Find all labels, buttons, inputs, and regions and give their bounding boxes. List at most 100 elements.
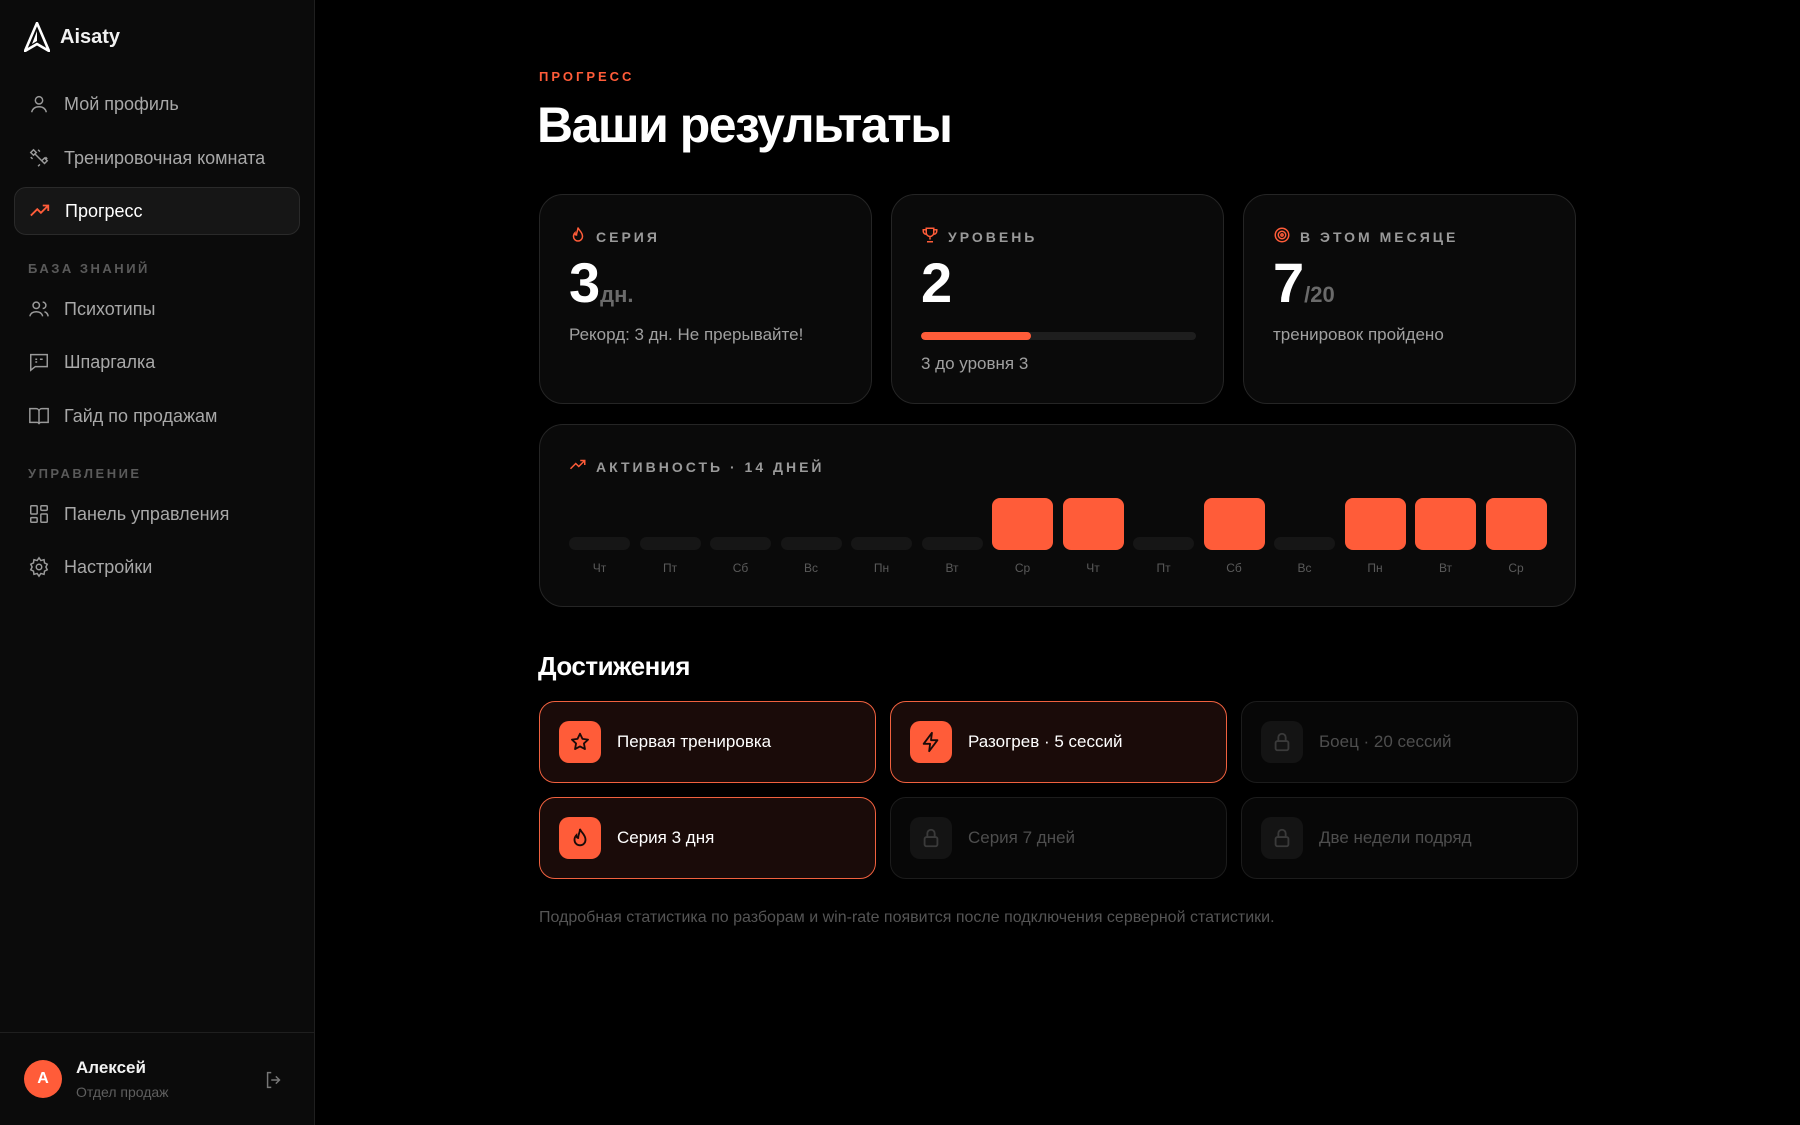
bolt-icon [910,721,952,763]
gear-icon [28,556,50,578]
achievements-title: Достижения [538,651,690,681]
dumbbell-icon [28,147,50,169]
streak-value: 3 [569,251,601,314]
avatar[interactable]: А [24,1060,62,1098]
streak-note: Рекорд: 3 дн. Не прерывайте! [569,325,804,344]
app-root: Aisaty Мой профиль Тренировочная комната… [0,0,1800,1125]
month-card: В ЭТОМ МЕСЯЦЕ 7/20 тренировок пройдено [1243,194,1576,404]
level-progress-fill [921,332,1031,340]
user-role: Отдел продаж [76,1084,169,1100]
month-note: тренировок пройдено [1273,325,1444,344]
lock-icon [1261,817,1303,859]
month-value: 7 [1273,251,1305,314]
flame-icon [559,817,601,859]
activity-bar-inactive [851,537,912,550]
user-name: Алексей [76,1058,146,1077]
sidebar-section-manage: УПРАВЛЕНИЕ [28,466,142,481]
month-label: В ЭТОМ МЕСЯЦЕ [1300,228,1459,245]
sidebar-item-dashboard[interactable]: Панель управления [14,490,300,538]
activity-day-label: Вт [1438,561,1453,575]
activity-day-label: Вт [945,561,959,575]
activity-bar-active [1415,498,1476,550]
stats-footnote: Подробная статистика по разборам и win-r… [539,909,1275,926]
lock-icon [1261,721,1303,763]
streak-card: СЕРИЯ 3дн. Рекорд: 3 дн. Не прерывайте! [539,194,872,404]
sidebar-item-label: Мой профиль [64,93,179,114]
achievement-label: Боец · 20 сессий [1319,732,1452,751]
sidebar-section-knowledge: БАЗА ЗНАНИЙ [28,261,150,276]
achievement-label: Серия 7 дней [968,828,1076,847]
level-note: 3 до уровня 3 [921,354,1029,373]
level-progress-bar [921,332,1196,340]
sidebar-item-label: Панель управления [64,503,230,524]
achievement-card[interactable]: Серия 7 дней [890,797,1227,879]
activity-bar-inactive [710,537,771,550]
brand-name: Aisaty [60,25,121,48]
trending-up-icon [569,456,587,477]
activity-day-label: Пн [873,561,890,575]
page-eyebrow: ПРОГРЕСС [539,69,635,84]
activity-bar-inactive [921,537,983,550]
sidebar-item-cheatsheet[interactable]: Шпаргалка [14,338,300,386]
target-icon [1273,226,1291,247]
activity-day-label: Ср [1508,561,1524,575]
activity-day-label: Вс [803,561,818,575]
activity-bar-inactive [1274,537,1335,550]
activity-bar-active [1344,498,1406,550]
achievement-label: Серия 3 дня [617,828,715,847]
activity-day-label: Сб [1226,561,1242,575]
activity-bar-active [1485,498,1547,550]
user-panel: А Алексей Отдел продаж [0,1032,315,1125]
activity-day-label: Сб [732,561,749,575]
activity-day-label: Пт [662,561,678,575]
sidebar-item-label: Прогресс [65,200,143,221]
logout-icon[interactable] [263,1069,285,1091]
sidebar-item-psychotypes[interactable]: Психотипы [14,285,300,333]
activity-bar-inactive [569,537,630,550]
layout-grid-icon [28,503,50,525]
activity-day-label: Чт [592,561,607,575]
sidebar-item-label: Настройки [64,556,153,577]
sidebar-item-training-room[interactable]: Тренировочная комната [14,134,300,182]
level-label: УРОВЕНЬ [948,228,1038,245]
activity-bar-active [992,498,1053,550]
sidebar-item-sales-guide[interactable]: Гайд по продажам [14,392,300,440]
sidebar: Aisaty Мой профиль Тренировочная комната… [0,0,315,1125]
book-open-icon [28,405,50,427]
message-square-icon [28,351,50,373]
sidebar-item-label: Шпаргалка [64,351,156,372]
sidebar-item-label: Гайд по продажам [64,405,218,426]
month-suffix: /20 [1304,282,1335,307]
achievement-card[interactable]: Серия 3 дня [539,797,876,879]
activity-bar-active [1203,498,1265,550]
trending-up-icon [29,200,51,222]
activity-day-label: Чт [1086,561,1100,575]
lock-icon [910,817,952,859]
streak-suffix: дн. [600,282,634,307]
activity-bar-inactive [780,537,842,550]
activity-bar-inactive [639,537,701,550]
activity-day-label: Ср [1014,561,1031,575]
streak-label: СЕРИЯ [596,228,660,245]
brand-logo-icon [24,22,50,52]
achievement-label: Разогрев · 5 сессий [968,732,1123,751]
achievement-card[interactable]: Разогрев · 5 сессий [890,701,1227,783]
achievement-card[interactable]: Первая тренировка [539,701,876,783]
brand[interactable]: Aisaty [24,22,120,52]
activity-day-label: Пн [1367,561,1383,575]
sidebar-item-label: Тренировочная комната [64,147,266,168]
sidebar-item-settings[interactable]: Настройки [14,543,300,591]
achievement-card[interactable]: Боец · 20 сессий [1241,701,1578,783]
achievement-card[interactable]: Две недели подряд [1241,797,1578,879]
sidebar-item-progress[interactable]: Прогресс [14,187,300,235]
star-icon [559,721,601,763]
activity-bar-active [1062,498,1124,550]
activity-card: АКТИВНОСТЬ · 14 ДНЕЙ Чт Пт Сб Вс Пн Вт Ср Чт Пт С… [539,424,1576,607]
achievement-label: Две недели подряд [1319,828,1472,847]
flame-icon [569,226,587,247]
activity-bar-inactive [1133,537,1194,550]
activity-day-label: Пт [1156,561,1171,575]
sidebar-item-profile[interactable]: Мой профиль [14,80,300,128]
sidebar-item-label: Психотипы [64,298,156,319]
trophy-icon [921,226,939,247]
